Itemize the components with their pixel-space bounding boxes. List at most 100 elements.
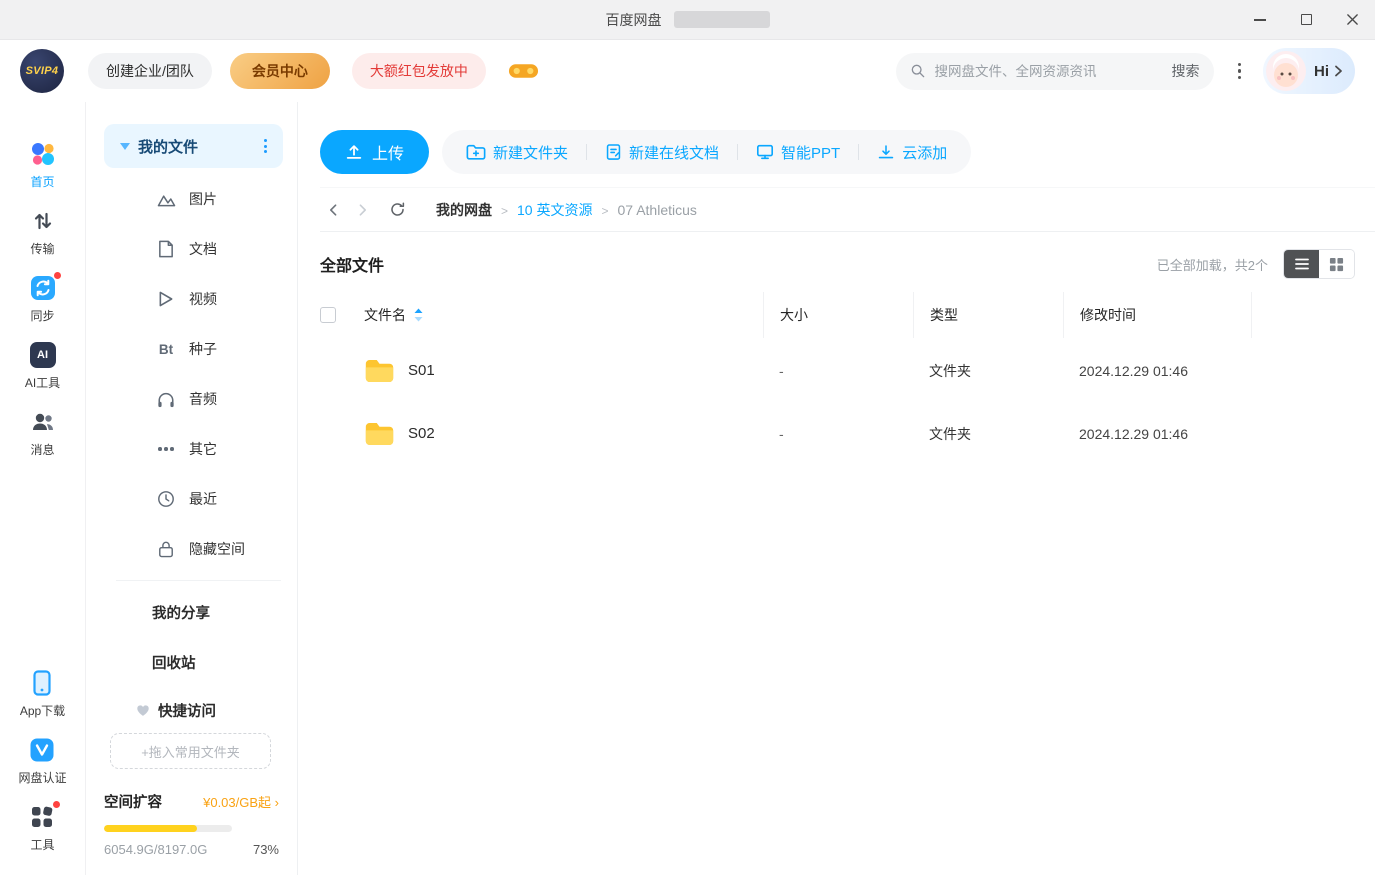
nav-item-sync[interactable]: 同步	[29, 274, 57, 324]
ai-tools-icon: AI	[29, 341, 57, 369]
minimize-icon	[1254, 19, 1266, 21]
nav-label: 同步	[30, 307, 54, 324]
nav-label: AI工具	[25, 374, 60, 391]
sidebar-item-audio[interactable]: 音频	[86, 374, 297, 424]
table-row[interactable]: S02 - 文件夹 2024.12.29 01:46	[320, 402, 1355, 465]
sidebar-item-recycle-bin[interactable]: 回收站	[86, 637, 297, 687]
sidebar: 我的文件 图片 文档 视频 B	[86, 102, 298, 875]
storage-progress-fill	[104, 825, 197, 832]
sidebar-item-my-files[interactable]: 我的文件	[104, 124, 283, 168]
breadcrumb-root[interactable]: 我的网盘	[436, 200, 492, 220]
smart-ppt-icon	[756, 143, 774, 161]
create-team-button[interactable]: 创建企业/团队	[88, 53, 212, 89]
upload-button[interactable]: 上传	[320, 130, 429, 174]
sidebar-item-my-shares[interactable]: 我的分享	[86, 587, 297, 637]
user-account-button[interactable]: Hi	[1263, 48, 1355, 94]
drag-folder-dropzone[interactable]: +拖入常用文件夹	[110, 733, 271, 769]
chevron-right-icon	[354, 202, 370, 218]
back-button[interactable]	[320, 195, 348, 225]
new-doc-icon	[605, 143, 622, 161]
game-center-button[interactable]	[508, 60, 539, 82]
nav-label: App下载	[20, 702, 65, 719]
folder-icon	[364, 358, 395, 384]
select-all-checkbox[interactable]	[320, 307, 336, 323]
file-toolbar: 上传 新建文件夹 新建在线文档 智能PPT	[320, 130, 1375, 174]
minimize-button[interactable]	[1237, 0, 1283, 40]
view-toggle	[1283, 249, 1355, 279]
nav-item-certification[interactable]: 网盘认证	[18, 736, 66, 786]
list-view-button[interactable]	[1284, 250, 1319, 278]
storage-expand-label: 空间扩容	[104, 791, 162, 812]
file-modified: 2024.12.29 01:46	[1063, 426, 1251, 442]
nav-item-transfer[interactable]: 传输	[29, 207, 57, 257]
file-table: 文件名 大小 类型 修改时间 S01 -	[320, 291, 1375, 875]
app-download-icon	[28, 669, 56, 697]
storage-progress-track	[104, 825, 232, 832]
sort-icon	[413, 307, 424, 323]
search-submit-button[interactable]: 搜索	[1172, 61, 1200, 81]
avatar	[1266, 51, 1306, 91]
messages-icon	[29, 408, 57, 436]
svip-logo-label: SVIP4	[26, 65, 59, 77]
ellipsis-icon	[156, 447, 176, 451]
greeting-label: Hi	[1314, 63, 1329, 80]
sort-toggle[interactable]	[413, 307, 424, 323]
nav-item-app-download[interactable]: App下载	[20, 669, 65, 719]
header: SVIP4 创建企业/团队 会员中心 大额红包发放中 搜索 Hi	[0, 40, 1375, 102]
breadcrumb-current: 07 Athleticus	[592, 202, 696, 218]
search-input[interactable]	[935, 64, 1163, 79]
file-modified: 2024.12.29 01:46	[1063, 363, 1251, 379]
svip-logo[interactable]: SVIP4	[20, 49, 64, 93]
table-row[interactable]: S01 - 文件夹 2024.12.29 01:46	[320, 339, 1355, 402]
my-files-menu-button[interactable]	[260, 135, 271, 157]
bt-icon: Bt	[156, 342, 176, 357]
clock-icon	[156, 490, 176, 508]
nav-item-ai-tools[interactable]: AI AI工具	[25, 341, 60, 391]
storage-price-link[interactable]: ¥0.03/GB起 ›	[203, 792, 279, 811]
member-center-button[interactable]: 会员中心	[230, 53, 330, 89]
toolbar-link-group: 新建文件夹 新建在线文档 智能PPT 云添加	[442, 130, 971, 174]
nav-label: 网盘认证	[18, 769, 66, 786]
sidebar-item-quick-access[interactable]: 快捷访问	[86, 687, 297, 733]
refresh-button[interactable]	[382, 195, 412, 225]
maximize-icon	[1301, 14, 1312, 25]
column-name: 文件名	[364, 305, 406, 325]
breadcrumb-link[interactable]: 10 英文资源	[492, 200, 592, 220]
notification-dot	[52, 800, 61, 809]
nav-item-messages[interactable]: 消息	[29, 408, 57, 458]
sidebar-item-hidden-space[interactable]: 隐藏空间	[86, 524, 297, 574]
gamepad-icon	[508, 60, 539, 82]
transfer-icon	[29, 207, 57, 235]
upload-icon	[345, 143, 363, 161]
nav-item-home[interactable]: 首页	[29, 140, 57, 190]
sidebar-item-torrents[interactable]: Bt 种子	[86, 324, 297, 374]
close-button[interactable]	[1329, 0, 1375, 40]
home-icon	[29, 140, 57, 168]
new-folder-button[interactable]: 新建文件夹	[448, 142, 586, 163]
file-name[interactable]: S01	[408, 362, 435, 379]
nav-item-tools[interactable]: 工具	[28, 803, 56, 853]
heart-icon	[136, 704, 150, 717]
sidebar-item-recent[interactable]: 最近	[86, 474, 297, 524]
sidebar-item-videos[interactable]: 视频	[86, 274, 297, 324]
sidebar-item-documents[interactable]: 文档	[86, 224, 297, 274]
file-type: 文件夹	[913, 361, 1063, 381]
file-name[interactable]: S02	[408, 425, 435, 442]
maximize-button[interactable]	[1283, 0, 1329, 40]
sidebar-item-others[interactable]: 其它	[86, 424, 297, 474]
red-packet-promo-button[interactable]: 大额红包发放中	[352, 53, 486, 89]
tools-icon	[28, 803, 56, 831]
search-box: 搜索	[896, 53, 1214, 90]
cloud-add-button[interactable]: 云添加	[859, 142, 965, 163]
list-view-icon	[1294, 257, 1310, 271]
load-status: 已全部加载，共2个	[1157, 255, 1268, 274]
more-menu-button[interactable]	[1232, 57, 1248, 86]
grid-view-button[interactable]	[1319, 250, 1354, 278]
new-online-doc-button[interactable]: 新建在线文档	[587, 142, 737, 163]
certification-icon	[28, 736, 56, 764]
sync-icon	[29, 274, 57, 302]
file-size: -	[763, 426, 913, 442]
forward-button[interactable]	[348, 195, 376, 225]
sidebar-item-images[interactable]: 图片	[86, 174, 297, 224]
smart-ppt-button[interactable]: 智能PPT	[738, 142, 858, 163]
